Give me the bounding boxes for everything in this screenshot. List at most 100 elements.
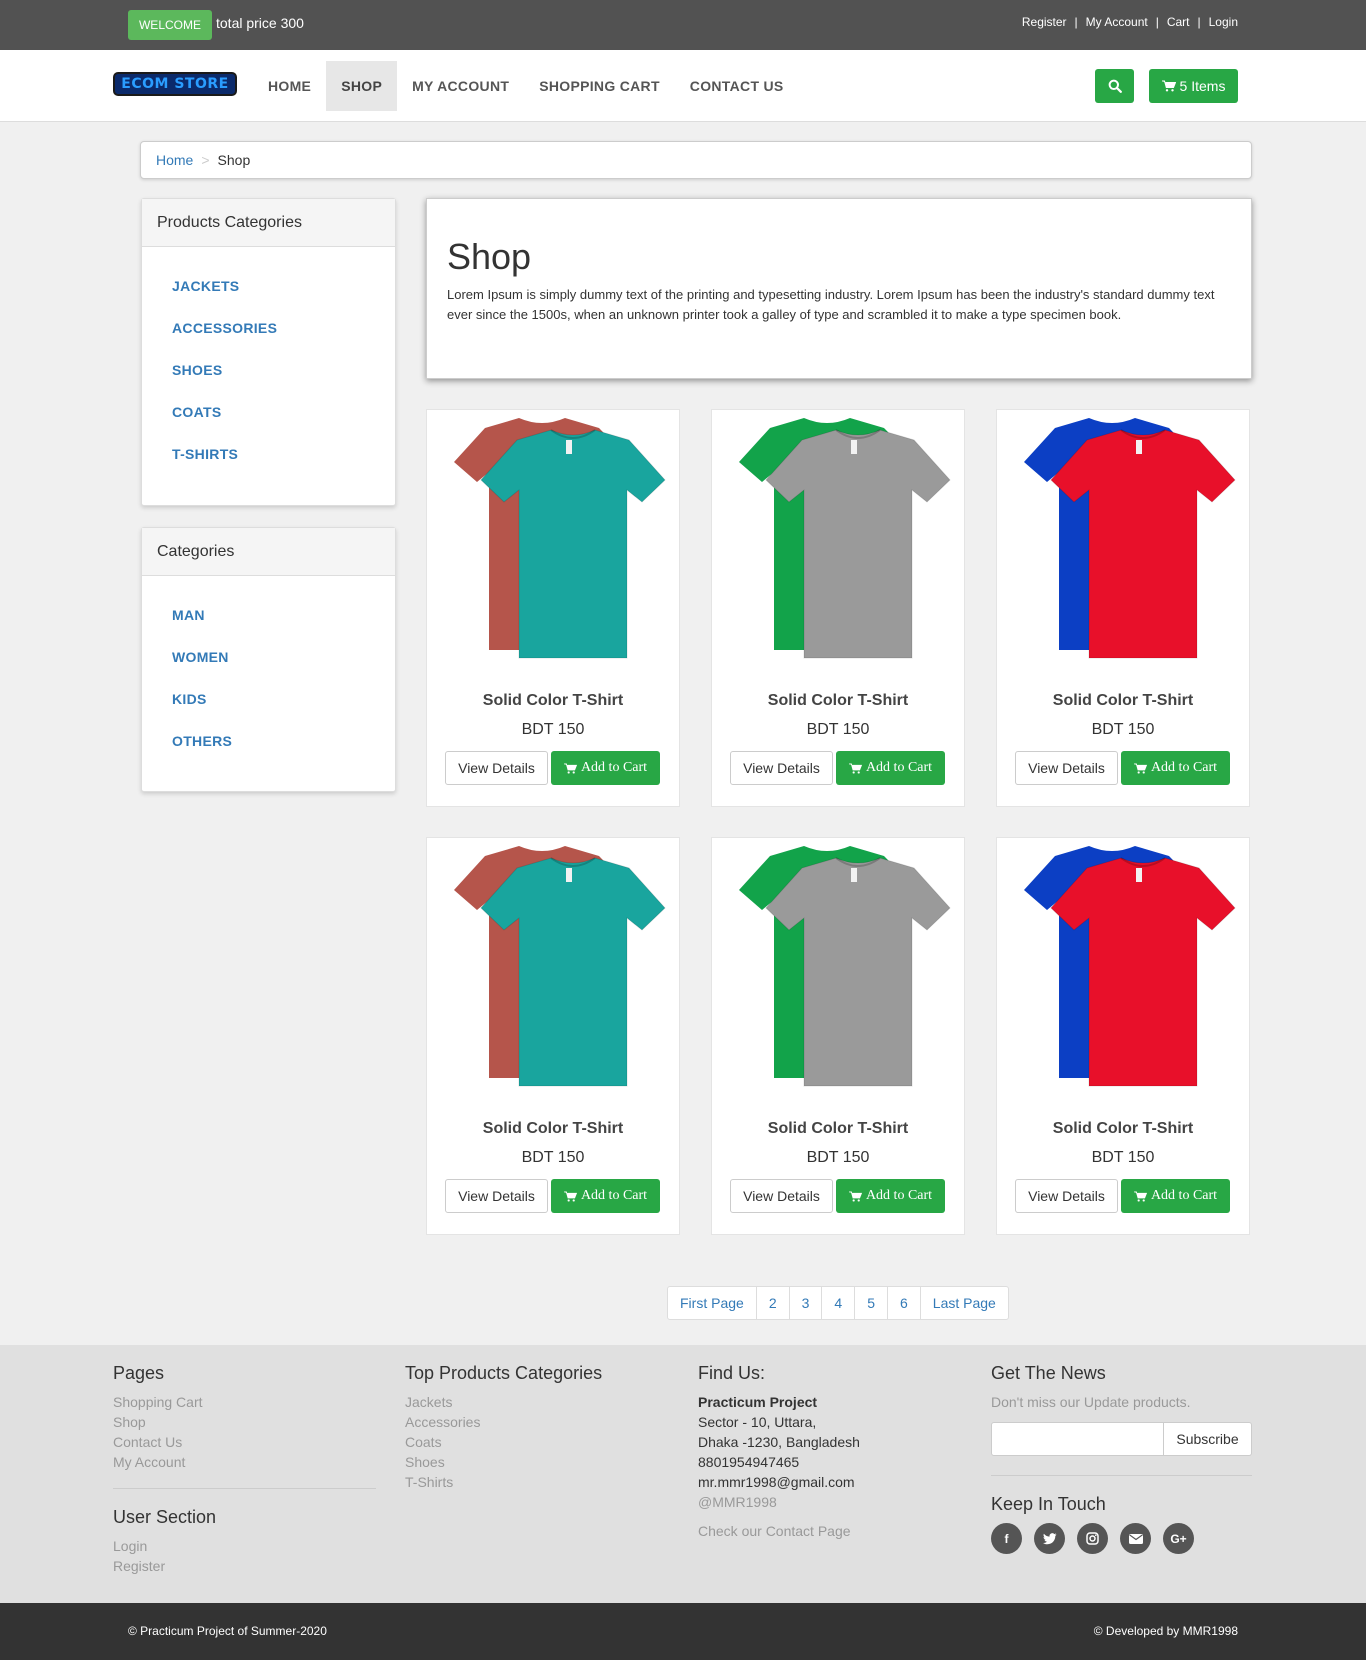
product-title[interactable]: Solid Color T-Shirt: [712, 1120, 964, 1138]
nav-shopping-cart[interactable]: SHOPPING CART: [524, 61, 675, 111]
add-to-cart-label: Add to Cart: [580, 760, 648, 775]
breadcrumb-current: Shop: [217, 152, 251, 168]
store-logo[interactable]: ECOM STORE: [113, 72, 237, 96]
top-bar: WELCOME total price 300 Register | My Ac…: [0, 0, 1366, 50]
shopping-cart-icon: [849, 762, 862, 774]
view-details-button[interactable]: View Details: [730, 1179, 833, 1213]
product-title[interactable]: Solid Color T-Shirt: [997, 692, 1249, 710]
google-plus-icon[interactable]: G+: [1163, 1523, 1194, 1554]
contact-page-link[interactable]: Check our Contact Page: [698, 1521, 961, 1541]
footer-find-us-column: Find Us: Practicum Project Sector - 10, …: [698, 1345, 961, 1541]
envelope-icon[interactable]: [1120, 1523, 1151, 1554]
register-link[interactable]: Register: [1022, 15, 1067, 29]
welcome-button[interactable]: WELCOME: [128, 10, 212, 40]
categories-panel: Categories MAN WOMEN KIDS OTHERS: [141, 527, 396, 792]
view-details-button[interactable]: View Details: [1015, 1179, 1118, 1213]
product-title[interactable]: Solid Color T-Shirt: [997, 1120, 1249, 1138]
add-to-cart-button[interactable]: Add to Cart: [1121, 751, 1230, 785]
category-accessories[interactable]: ACCESSORIES: [172, 307, 365, 349]
footer-link-shopping-cart[interactable]: Shopping Cart: [113, 1392, 376, 1412]
total-price-text: total price 300: [216, 15, 304, 31]
shopping-cart-icon: [1134, 762, 1147, 774]
page-5[interactable]: 5: [855, 1287, 888, 1319]
category-man[interactable]: MAN: [172, 594, 365, 636]
bottom-bar: © Practicum Project of Summer-2020 © Dev…: [0, 1603, 1366, 1660]
nav-my-account[interactable]: MY ACCOUNT: [397, 61, 524, 111]
category-shoes[interactable]: SHOES: [172, 349, 365, 391]
category-coats[interactable]: COATS: [172, 391, 365, 433]
footer-link-accessories[interactable]: Accessories: [405, 1412, 668, 1432]
add-to-cart-button[interactable]: Add to Cart: [551, 1179, 660, 1213]
footer-link-shoes[interactable]: Shoes: [405, 1452, 668, 1472]
page-2[interactable]: 2: [757, 1287, 790, 1319]
product-title[interactable]: Solid Color T-Shirt: [427, 1120, 679, 1138]
category-jackets[interactable]: JACKETS: [172, 265, 365, 307]
add-to-cart-button[interactable]: Add to Cart: [1121, 1179, 1230, 1213]
add-to-cart-label: Add to Cart: [865, 1188, 933, 1203]
category-women[interactable]: WOMEN: [172, 636, 365, 678]
my-account-link[interactable]: My Account: [1086, 15, 1148, 29]
product-image[interactable]: [427, 838, 681, 1092]
twitter-icon[interactable]: [1034, 1523, 1065, 1554]
page-first[interactable]: First Page: [668, 1287, 757, 1319]
footer-link-coats[interactable]: Coats: [405, 1432, 668, 1452]
search-button[interactable]: [1095, 69, 1134, 103]
category-t-shirts[interactable]: T-SHIRTS: [172, 433, 365, 475]
page-last[interactable]: Last Page: [921, 1287, 1008, 1319]
product-image[interactable]: [712, 838, 966, 1092]
product-image[interactable]: [712, 410, 966, 664]
breadcrumb-separator: >: [201, 152, 210, 168]
product-title[interactable]: Solid Color T-Shirt: [712, 692, 964, 710]
view-details-button[interactable]: View Details: [730, 751, 833, 785]
social-handle: @MMR1998: [698, 1494, 777, 1510]
footer-heading: Pages: [113, 1363, 165, 1383]
add-to-cart-label: Add to Cart: [865, 760, 933, 775]
cart-link[interactable]: Cart: [1167, 15, 1190, 29]
cart-items-button[interactable]: 5 Items: [1149, 69, 1238, 103]
product-image[interactable]: [997, 410, 1251, 664]
footer-link-my-account[interactable]: My Account: [113, 1452, 376, 1472]
add-to-cart-button[interactable]: Add to Cart: [836, 751, 945, 785]
footer-link-t-shirts[interactable]: T-Shirts: [405, 1472, 668, 1492]
footer-link-contact-us[interactable]: Contact Us: [113, 1432, 376, 1452]
logo-text: ECOM STORE: [121, 76, 229, 92]
nav-contact-us[interactable]: CONTACT US: [675, 61, 799, 111]
subscribe-email-input[interactable]: [991, 1422, 1164, 1456]
page-4[interactable]: 4: [822, 1287, 856, 1319]
product-price: BDT 150: [1091, 721, 1155, 738]
product-image[interactable]: [997, 838, 1251, 1092]
subscribe-button[interactable]: Subscribe: [1164, 1422, 1252, 1456]
add-to-cart-button[interactable]: Add to Cart: [551, 751, 660, 785]
instagram-icon[interactable]: [1077, 1523, 1108, 1554]
view-details-button[interactable]: View Details: [1015, 751, 1118, 785]
product-image[interactable]: [427, 410, 681, 664]
add-to-cart-label: Add to Cart: [1150, 1188, 1218, 1203]
shopping-cart-icon: [1161, 80, 1176, 92]
breadcrumb-home[interactable]: Home: [156, 152, 193, 168]
footer-link-register[interactable]: Register: [113, 1556, 376, 1576]
category-others[interactable]: OTHERS: [172, 720, 365, 762]
product-title[interactable]: Solid Color T-Shirt: [427, 692, 679, 710]
view-details-button[interactable]: View Details: [445, 751, 548, 785]
view-details-button[interactable]: View Details: [445, 1179, 548, 1213]
add-to-cart-button[interactable]: Add to Cart: [836, 1179, 945, 1213]
footer-link-login[interactable]: Login: [113, 1536, 376, 1556]
page-6[interactable]: 6: [888, 1287, 921, 1319]
address-line: Dhaka -1230, Bangladesh: [698, 1434, 860, 1450]
page-3[interactable]: 3: [790, 1287, 823, 1319]
pagination: First Page 2 3 4 5 6 Last Page: [667, 1286, 1009, 1320]
nav-home[interactable]: HOME: [253, 61, 326, 111]
category-kids[interactable]: KIDS: [172, 678, 365, 720]
product-card: Solid Color T-Shirt BDT 150 View Details…: [711, 409, 965, 807]
footer-link-shop[interactable]: Shop: [113, 1412, 376, 1432]
product-card: Solid Color T-Shirt BDT 150 View Details…: [426, 409, 680, 807]
footer-link-jackets[interactable]: Jackets: [405, 1392, 668, 1412]
separator: |: [1197, 15, 1201, 29]
facebook-icon[interactable]: f: [991, 1523, 1022, 1554]
nav-shop[interactable]: SHOP: [326, 61, 398, 111]
footer-heading: User Section: [113, 1507, 217, 1527]
address-line: Sector - 10, Uttara,: [698, 1414, 817, 1430]
login-link[interactable]: Login: [1209, 15, 1238, 29]
page-title: Shop: [447, 236, 532, 277]
footer-pages-column: Pages Shopping Cart Shop Contact Us My A…: [113, 1345, 376, 1576]
